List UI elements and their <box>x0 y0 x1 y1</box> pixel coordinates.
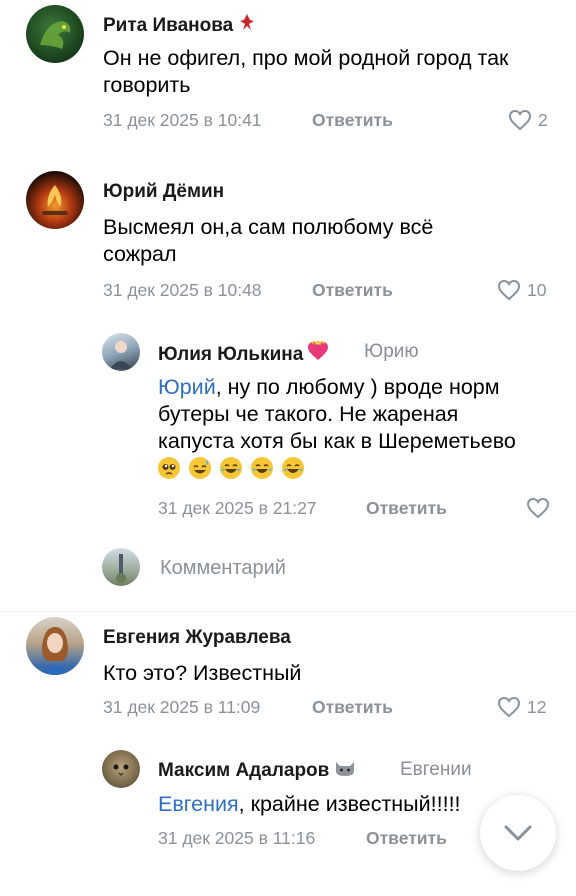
avatar[interactable] <box>26 617 84 675</box>
comment-text: Высмеял он,а сам полюбому всё сожрал <box>103 215 434 266</box>
comment-date: 31 дек 2025 в 11:16 <box>158 828 316 848</box>
joy-icon <box>281 457 304 479</box>
mention-link[interactable]: Юрий <box>158 375 216 399</box>
author-name[interactable]: Юлия Юлькина <box>158 339 329 366</box>
comment-input[interactable]: Комментарий <box>160 557 286 580</box>
heart-icon <box>526 497 550 519</box>
author-name[interactable]: Евгения Журавлева <box>103 627 291 649</box>
author-name[interactable]: Юрий Дёмин <box>103 181 224 203</box>
joy-icon <box>250 457 273 479</box>
person-photo-icon <box>38 627 72 675</box>
emoji-row <box>158 456 307 480</box>
dragon-icon <box>40 21 71 49</box>
heart-badge-icon <box>307 339 329 366</box>
person-photo-icon <box>110 341 132 369</box>
cat-badge-icon <box>333 759 357 782</box>
scroll-down-button[interactable] <box>480 795 556 871</box>
reply-button[interactable]: Ответить <box>366 498 447 519</box>
heart-icon <box>497 696 521 718</box>
chevron-down-icon <box>504 825 532 841</box>
fire-person-icon <box>237 12 257 37</box>
author-name[interactable]: Максим Адаларов <box>158 759 357 782</box>
reply-to-label[interactable]: Евгении <box>400 759 472 781</box>
reply-button[interactable]: Ответить <box>366 828 447 849</box>
avatar[interactable] <box>26 171 84 229</box>
pleading-face-icon <box>158 457 180 479</box>
avatar[interactable] <box>102 750 140 788</box>
heart-icon <box>508 109 532 131</box>
reply-button[interactable]: Ответить <box>312 697 393 718</box>
comment-date: 31 дек 2025 в 11:09 <box>103 697 261 717</box>
like-count: 10 <box>527 279 547 300</box>
comment-date: 31 дек 2025 в 10:48 <box>103 280 262 300</box>
person-photo-icon <box>116 554 126 583</box>
reply-button[interactable]: Ответить <box>312 280 393 301</box>
reply-to-label[interactable]: Юрию <box>364 341 419 363</box>
like-count: 2 <box>538 109 548 130</box>
heart-icon <box>497 279 521 301</box>
cat-icon <box>113 764 129 776</box>
avatar[interactable] <box>26 5 84 63</box>
my-avatar <box>102 548 140 586</box>
like-count: 12 <box>527 696 547 717</box>
campfire-icon <box>42 185 68 215</box>
comment-date: 31 дек 2025 в 10:41 <box>103 110 262 130</box>
comment-text: Кто это? Известный <box>103 661 302 685</box>
mention-link[interactable]: Евгения <box>158 792 239 816</box>
author-name[interactable]: Рита Иванова <box>103 12 257 37</box>
like-button[interactable]: 12 <box>497 696 546 718</box>
comment-date: 31 дек 2025 в 21:27 <box>158 498 317 518</box>
sweat-smile-icon <box>188 457 211 479</box>
avatar[interactable] <box>102 333 140 371</box>
comment-text: Юрий, ну по любому ) вроде норм бутеры ч… <box>158 374 518 482</box>
comment-text: Он не офигел, про мой родной город так г… <box>103 46 509 97</box>
like-button[interactable] <box>526 497 550 519</box>
reply-button[interactable]: Ответить <box>312 110 393 131</box>
like-button[interactable]: 10 <box>497 279 546 301</box>
joy-icon <box>219 457 242 479</box>
like-button[interactable]: 2 <box>508 109 548 131</box>
divider <box>0 611 576 612</box>
